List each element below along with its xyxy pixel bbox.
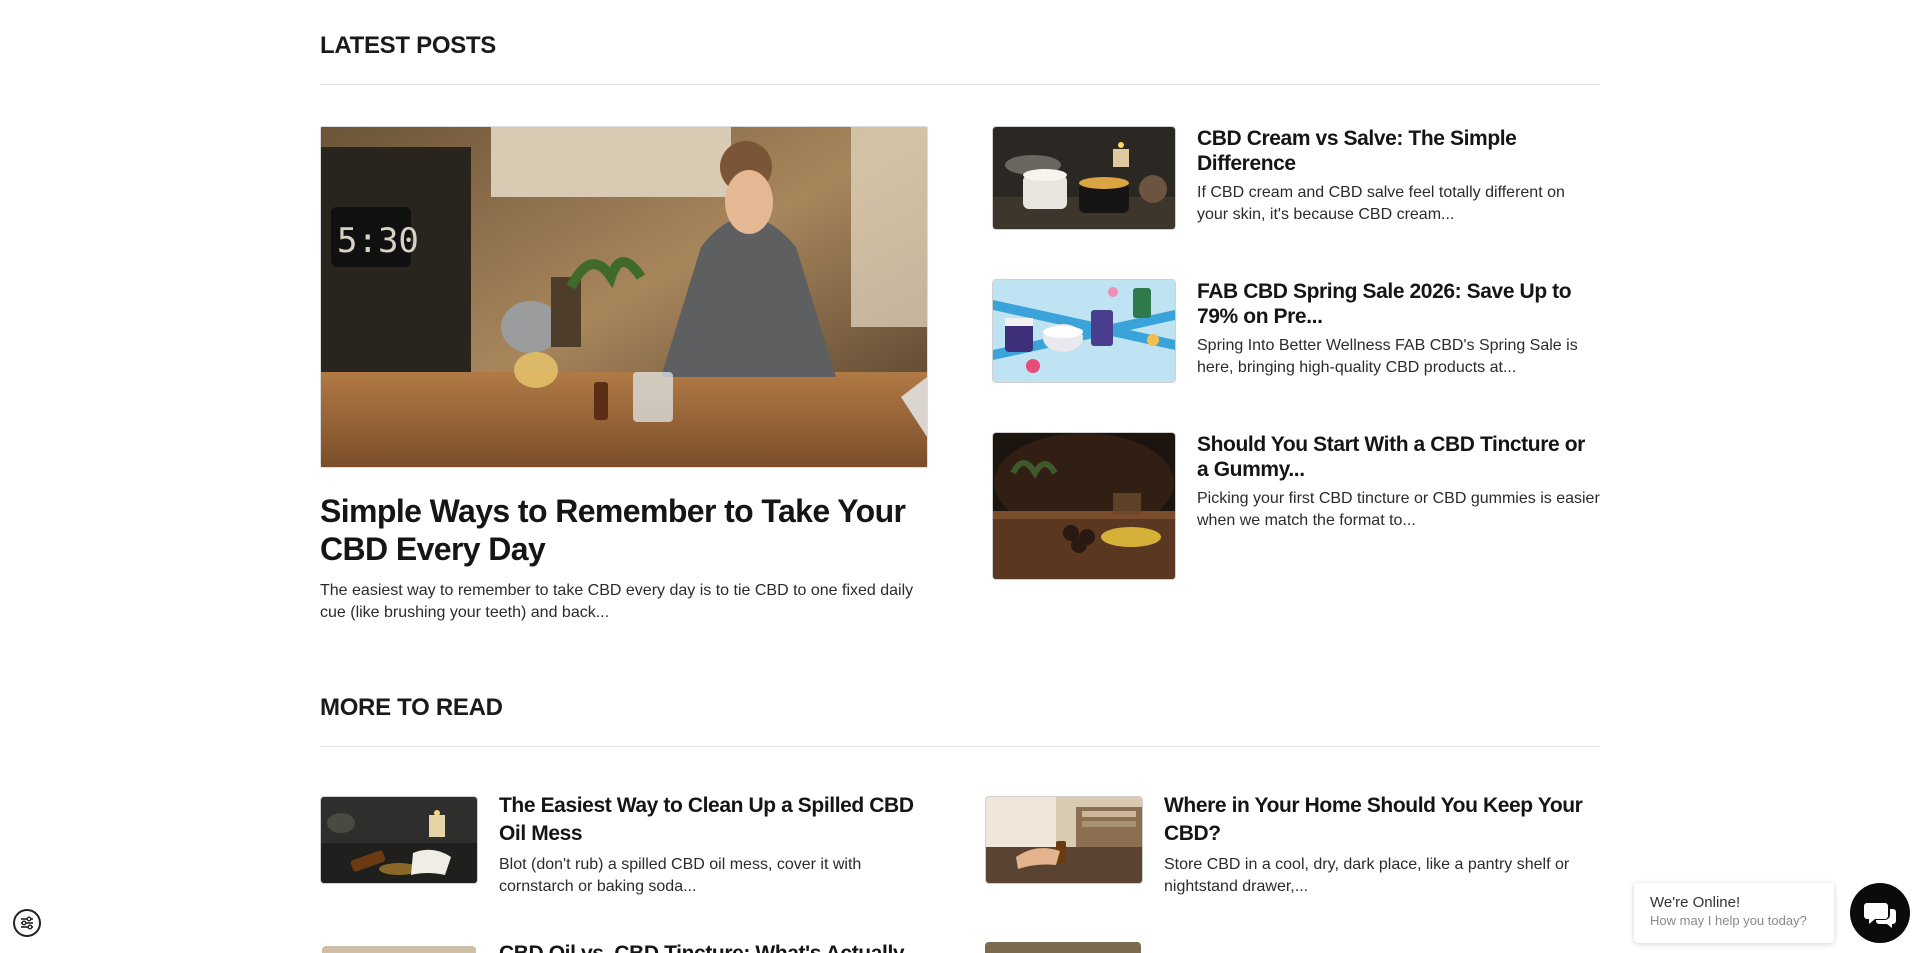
side-post-title[interactable]: Should You Start With a CBD Tincture or …: [1197, 432, 1600, 482]
side-post-cream-vs-salve[interactable]: CBD Cream vs Salve: The Simple Differenc…: [992, 126, 1600, 276]
chat-prompt: How may I help you today?: [1650, 913, 1807, 928]
chat-bubbles-icon: [1864, 903, 1896, 928]
more-post-excerpt: Store CBD in a cool, dry, dark place, li…: [1164, 856, 1570, 895]
side-post-thumbnail[interactable]: [992, 279, 1176, 383]
latest-posts-divider: [320, 84, 1600, 85]
more-post-title[interactable]: The Easiest Way to Clean Up a Spilled CB…: [499, 792, 929, 848]
more-post-thumbnail[interactable]: [320, 796, 478, 884]
side-post-excerpt: If CBD cream and CBD salve feel totally …: [1197, 184, 1565, 223]
more-post-text: The Easiest Way to Clean Up a Spilled CB…: [499, 794, 929, 898]
side-post-title[interactable]: FAB CBD Spring Sale 2026: Save Up to 79%…: [1197, 279, 1600, 329]
chat-greeting-bubble[interactable]: We're Online! How may I help you today?: [1634, 883, 1834, 943]
featured-post-image[interactable]: 5:30: [320, 126, 928, 468]
more-post-spilled-oil[interactable]: The Easiest Way to Clean Up a Spilled CB…: [320, 794, 930, 898]
more-post-excerpt: Blot (don't rub) a spilled CBD oil mess,…: [499, 856, 862, 895]
latest-posts-heading: LATEST POSTS: [320, 32, 496, 59]
side-post-excerpt: Spring Into Better Wellness FAB CBD's Sp…: [1197, 337, 1578, 376]
more-to-read-divider: [320, 746, 1600, 747]
side-post-text: CBD Cream vs Salve: The Simple Differenc…: [1197, 126, 1600, 226]
accessibility-sliders-icon[interactable]: [13, 909, 41, 937]
more-post-where-keep-cbd[interactable]: Where in Your Home Should You Keep Your …: [985, 794, 1600, 898]
more-post-title[interactable]: Where in Your Home Should You Keep Your …: [1164, 792, 1594, 848]
clock-digits: 5:30: [337, 221, 419, 261]
side-post-excerpt: Picking your first CBD tincture or CBD g…: [1197, 490, 1600, 529]
more-post-thumbnail[interactable]: [985, 942, 1141, 953]
more-post-partial-thumbnail[interactable]: [985, 940, 1143, 953]
side-post-title[interactable]: CBD Cream vs Salve: The Simple Differenc…: [1197, 126, 1600, 176]
featured-post-title[interactable]: Simple Ways to Remember to Take Your CBD…: [320, 492, 928, 568]
more-to-read-heading: MORE TO READ: [320, 694, 503, 721]
chat-launcher-button[interactable]: [1850, 883, 1910, 943]
more-post-thumbnail[interactable]: [322, 946, 476, 953]
chat-status: We're Online!: [1650, 894, 1741, 911]
side-post-thumbnail[interactable]: [992, 432, 1176, 580]
side-post-tincture-or-gummy[interactable]: Should You Start With a CBD Tincture or …: [992, 432, 1600, 582]
featured-post-excerpt: The easiest way to remember to take CBD …: [320, 582, 914, 621]
more-post-text: Where in Your Home Should You Keep Your …: [1164, 794, 1594, 898]
side-post-text: FAB CBD Spring Sale 2026: Save Up to 79%…: [1197, 279, 1600, 379]
side-post-spring-sale[interactable]: FAB CBD Spring Sale 2026: Save Up to 79%…: [992, 279, 1600, 429]
featured-post[interactable]: 5:30 Simple Ways to Remember to Take You…: [320, 126, 928, 624]
more-post-title[interactable]: CBD Oil vs. CBD Tincture: What's Actuall…: [499, 940, 905, 953]
more-post-thumbnail[interactable]: [985, 796, 1143, 884]
side-post-thumbnail[interactable]: [992, 126, 1176, 230]
side-post-text: Should You Start With a CBD Tincture or …: [1197, 432, 1600, 532]
more-post-partial[interactable]: CBD Oil vs. CBD Tincture: What's Actuall…: [320, 940, 930, 953]
